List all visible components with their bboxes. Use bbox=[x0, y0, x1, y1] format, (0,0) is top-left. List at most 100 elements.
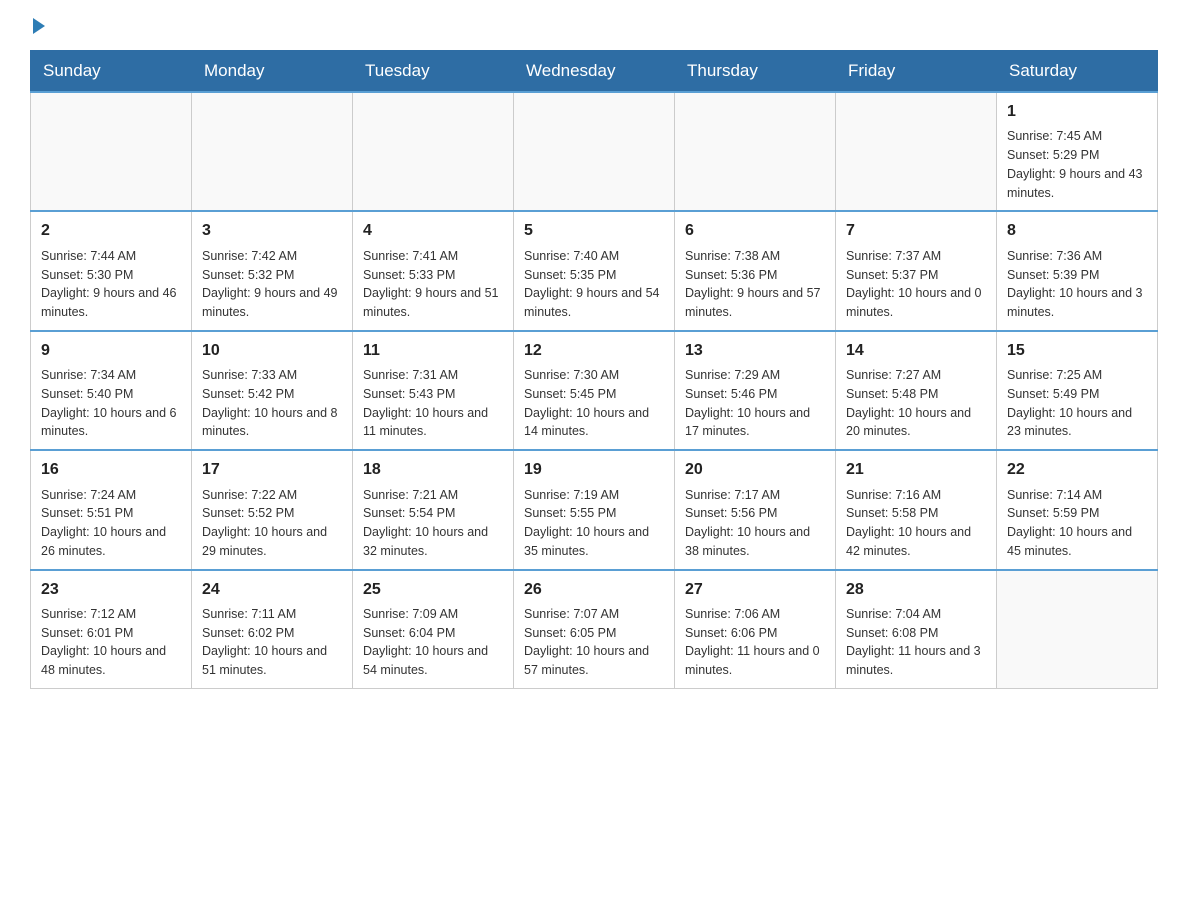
day-number: 10 bbox=[202, 340, 342, 362]
calendar-cell: 20 Sunrise: 7:17 AM Sunset: 5:56 PM Dayli… bbox=[675, 450, 836, 569]
day-info: Sunrise: 7:21 AM Sunset: 5:54 PM Dayligh… bbox=[363, 486, 503, 561]
day-number: 18 bbox=[363, 459, 503, 481]
calendar-cell bbox=[675, 92, 836, 211]
day-info: Sunrise: 7:07 AM Sunset: 6:05 PM Dayligh… bbox=[524, 605, 664, 680]
day-info: Sunrise: 7:38 AM Sunset: 5:36 PM Dayligh… bbox=[685, 247, 825, 322]
day-number: 23 bbox=[41, 579, 181, 601]
calendar-cell: 21 Sunrise: 7:16 AM Sunset: 5:58 PM Dayli… bbox=[836, 450, 997, 569]
day-info: Sunrise: 7:31 AM Sunset: 5:43 PM Dayligh… bbox=[363, 366, 503, 441]
calendar-cell: 12 Sunrise: 7:30 AM Sunset: 5:45 PM Dayli… bbox=[514, 331, 675, 450]
day-info: Sunrise: 7:14 AM Sunset: 5:59 PM Dayligh… bbox=[1007, 486, 1147, 561]
day-info: Sunrise: 7:41 AM Sunset: 5:33 PM Dayligh… bbox=[363, 247, 503, 322]
day-info: Sunrise: 7:37 AM Sunset: 5:37 PM Dayligh… bbox=[846, 247, 986, 322]
day-info: Sunrise: 7:19 AM Sunset: 5:55 PM Dayligh… bbox=[524, 486, 664, 561]
day-number: 24 bbox=[202, 579, 342, 601]
calendar-cell: 14 Sunrise: 7:27 AM Sunset: 5:48 PM Dayli… bbox=[836, 331, 997, 450]
day-info: Sunrise: 7:04 AM Sunset: 6:08 PM Dayligh… bbox=[846, 605, 986, 680]
weekday-header-saturday: Saturday bbox=[997, 51, 1158, 93]
day-number: 9 bbox=[41, 340, 181, 362]
calendar-cell bbox=[514, 92, 675, 211]
day-number: 16 bbox=[41, 459, 181, 481]
day-number: 19 bbox=[524, 459, 664, 481]
day-info: Sunrise: 7:11 AM Sunset: 6:02 PM Dayligh… bbox=[202, 605, 342, 680]
day-number: 3 bbox=[202, 220, 342, 242]
weekday-header-wednesday: Wednesday bbox=[514, 51, 675, 93]
day-info: Sunrise: 7:29 AM Sunset: 5:46 PM Dayligh… bbox=[685, 366, 825, 441]
calendar-cell: 27Sunrise: 7:06 AM Sunset: 6:06 PM Dayli… bbox=[675, 570, 836, 689]
day-number: 26 bbox=[524, 579, 664, 601]
calendar-cell bbox=[997, 570, 1158, 689]
calendar-cell: 19 Sunrise: 7:19 AM Sunset: 5:55 PM Dayli… bbox=[514, 450, 675, 569]
calendar-cell: 8 Sunrise: 7:36 AM Sunset: 5:39 PM Daylig… bbox=[997, 211, 1158, 330]
day-info: Sunrise: 7:34 AM Sunset: 5:40 PM Dayligh… bbox=[41, 366, 181, 441]
calendar-cell: 16Sunrise: 7:24 AM Sunset: 5:51 PM Dayli… bbox=[31, 450, 192, 569]
calendar-cell: 10 Sunrise: 7:33 AM Sunset: 5:42 PM Dayli… bbox=[192, 331, 353, 450]
calendar-cell: 11 Sunrise: 7:31 AM Sunset: 5:43 PM Dayli… bbox=[353, 331, 514, 450]
day-number: 14 bbox=[846, 340, 986, 362]
calendar-cell: 25 Sunrise: 7:09 AM Sunset: 6:04 PM Dayli… bbox=[353, 570, 514, 689]
calendar-cell: 6 Sunrise: 7:38 AM Sunset: 5:36 PM Daylig… bbox=[675, 211, 836, 330]
calendar-cell bbox=[192, 92, 353, 211]
day-number: 4 bbox=[363, 220, 503, 242]
calendar-cell bbox=[31, 92, 192, 211]
weekday-header-row: SundayMondayTuesdayWednesdayThursdayFrid… bbox=[31, 51, 1158, 93]
page-header bbox=[30, 20, 1158, 30]
calendar-cell: 15 Sunrise: 7:25 AM Sunset: 5:49 PM Dayli… bbox=[997, 331, 1158, 450]
calendar-cell: 5 Sunrise: 7:40 AM Sunset: 5:35 PM Daylig… bbox=[514, 211, 675, 330]
calendar-cell: 23 Sunrise: 7:12 AM Sunset: 6:01 PM Dayli… bbox=[31, 570, 192, 689]
calendar-cell: 2Sunrise: 7:44 AM Sunset: 5:30 PM Daylig… bbox=[31, 211, 192, 330]
day-number: 15 bbox=[1007, 340, 1147, 362]
day-info: Sunrise: 7:12 AM Sunset: 6:01 PM Dayligh… bbox=[41, 605, 181, 680]
day-number: 5 bbox=[524, 220, 664, 242]
calendar-cell: 13 Sunrise: 7:29 AM Sunset: 5:46 PM Dayli… bbox=[675, 331, 836, 450]
weekday-header-tuesday: Tuesday bbox=[353, 51, 514, 93]
day-number: 25 bbox=[363, 579, 503, 601]
weekday-header-monday: Monday bbox=[192, 51, 353, 93]
calendar-cell: 3 Sunrise: 7:42 AM Sunset: 5:32 PM Daylig… bbox=[192, 211, 353, 330]
calendar-table: SundayMondayTuesdayWednesdayThursdayFrid… bbox=[30, 50, 1158, 689]
day-info: Sunrise: 7:33 AM Sunset: 5:42 PM Dayligh… bbox=[202, 366, 342, 441]
logo bbox=[30, 20, 45, 30]
calendar-cell: 18 Sunrise: 7:21 AM Sunset: 5:54 PM Dayli… bbox=[353, 450, 514, 569]
logo-triangle-icon bbox=[33, 18, 45, 34]
day-number: 7 bbox=[846, 220, 986, 242]
calendar-week-row: 9 Sunrise: 7:34 AM Sunset: 5:40 PM Daylig… bbox=[31, 331, 1158, 450]
day-info: Sunrise: 7:09 AM Sunset: 6:04 PM Dayligh… bbox=[363, 605, 503, 680]
day-info: Sunrise: 7:42 AM Sunset: 5:32 PM Dayligh… bbox=[202, 247, 342, 322]
calendar-cell: 22 Sunrise: 7:14 AM Sunset: 5:59 PM Dayli… bbox=[997, 450, 1158, 569]
day-info: Sunrise: 7:40 AM Sunset: 5:35 PM Dayligh… bbox=[524, 247, 664, 322]
calendar-cell: 17 Sunrise: 7:22 AM Sunset: 5:52 PM Dayli… bbox=[192, 450, 353, 569]
day-info: Sunrise: 7:16 AM Sunset: 5:58 PM Dayligh… bbox=[846, 486, 986, 561]
calendar-cell: 1Sunrise: 7:45 AM Sunset: 5:29 PM Daylig… bbox=[997, 92, 1158, 211]
day-number: 27 bbox=[685, 579, 825, 601]
calendar-cell: 7 Sunrise: 7:37 AM Sunset: 5:37 PM Daylig… bbox=[836, 211, 997, 330]
day-info: Sunrise: 7:30 AM Sunset: 5:45 PM Dayligh… bbox=[524, 366, 664, 441]
day-number: 12 bbox=[524, 340, 664, 362]
day-number: 1 bbox=[1007, 101, 1147, 123]
day-number: 22 bbox=[1007, 459, 1147, 481]
day-number: 2 bbox=[41, 220, 181, 242]
day-number: 6 bbox=[685, 220, 825, 242]
calendar-cell: 9 Sunrise: 7:34 AM Sunset: 5:40 PM Daylig… bbox=[31, 331, 192, 450]
calendar-cell: 4 Sunrise: 7:41 AM Sunset: 5:33 PM Daylig… bbox=[353, 211, 514, 330]
day-info: Sunrise: 7:27 AM Sunset: 5:48 PM Dayligh… bbox=[846, 366, 986, 441]
day-number: 20 bbox=[685, 459, 825, 481]
calendar-cell bbox=[836, 92, 997, 211]
day-number: 17 bbox=[202, 459, 342, 481]
calendar-cell: 26 Sunrise: 7:07 AM Sunset: 6:05 PM Dayli… bbox=[514, 570, 675, 689]
day-number: 28 bbox=[846, 579, 986, 601]
day-number: 11 bbox=[363, 340, 503, 362]
day-info: Sunrise: 7:25 AM Sunset: 5:49 PM Dayligh… bbox=[1007, 366, 1147, 441]
day-number: 21 bbox=[846, 459, 986, 481]
day-info: Sunrise: 7:36 AM Sunset: 5:39 PM Dayligh… bbox=[1007, 247, 1147, 322]
day-number: 13 bbox=[685, 340, 825, 362]
day-info: Sunrise: 7:22 AM Sunset: 5:52 PM Dayligh… bbox=[202, 486, 342, 561]
day-info: Sunrise: 7:17 AM Sunset: 5:56 PM Dayligh… bbox=[685, 486, 825, 561]
weekday-header-sunday: Sunday bbox=[31, 51, 192, 93]
calendar-cell bbox=[353, 92, 514, 211]
calendar-week-row: 1Sunrise: 7:45 AM Sunset: 5:29 PM Daylig… bbox=[31, 92, 1158, 211]
calendar-week-row: 16Sunrise: 7:24 AM Sunset: 5:51 PM Dayli… bbox=[31, 450, 1158, 569]
calendar-week-row: 23 Sunrise: 7:12 AM Sunset: 6:01 PM Dayli… bbox=[31, 570, 1158, 689]
day-number: 8 bbox=[1007, 220, 1147, 242]
weekday-header-thursday: Thursday bbox=[675, 51, 836, 93]
